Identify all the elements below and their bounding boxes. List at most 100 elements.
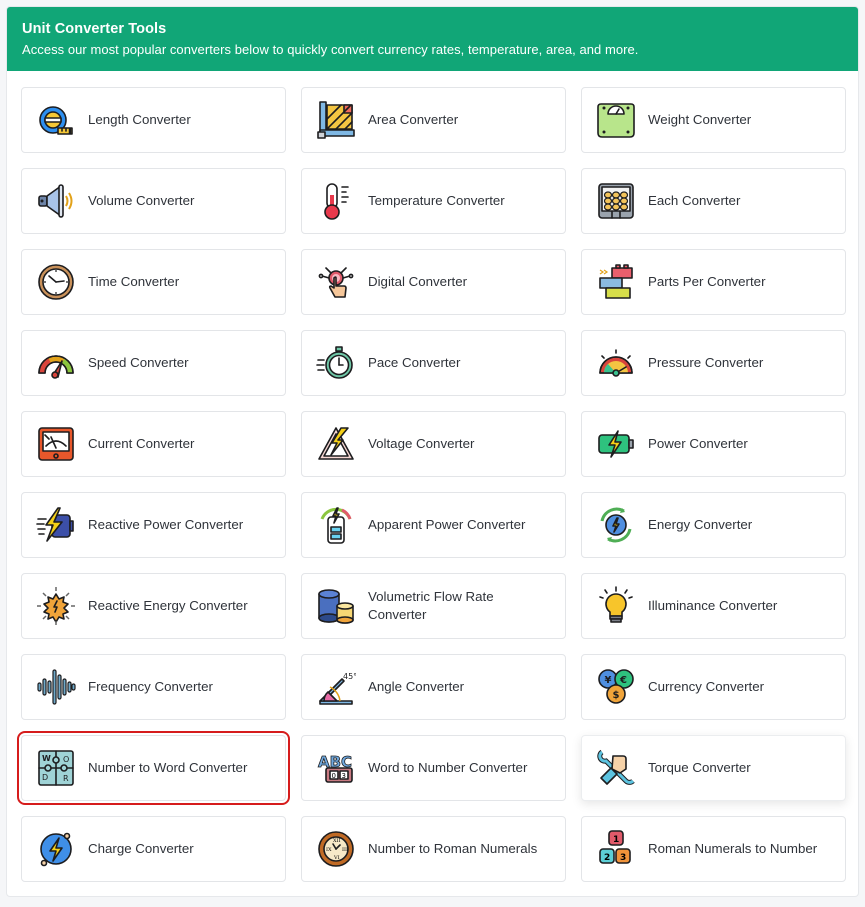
electric-charge-icon	[36, 829, 76, 869]
converter-label: Parts Per Converter	[648, 274, 766, 289]
area-ruler-icon	[316, 100, 356, 140]
converter-card-currency-converter[interactable]: ¥ € $ Currency Converter	[581, 654, 846, 720]
converter-card-charge-converter[interactable]: Charge Converter	[21, 816, 286, 882]
converter-card-speed-converter[interactable]: Speed Converter	[21, 330, 286, 396]
converter-card-pressure-converter[interactable]: Pressure Converter	[581, 330, 846, 396]
converter-label: Word to Number Converter	[368, 760, 528, 775]
converter-card-pace-converter[interactable]: Pace Converter	[301, 330, 566, 396]
converter-label: Roman Numerals to Number	[648, 841, 818, 856]
converter-card-voltage-converter[interactable]: Voltage Converter	[301, 411, 566, 477]
power-meter-icon	[316, 505, 356, 545]
converter-label: Pace Converter	[368, 355, 461, 370]
converter-card-area-converter[interactable]: Area Converter	[301, 87, 566, 153]
converter-card-volume-converter[interactable]: Volume Converter	[21, 168, 286, 234]
converter-card-roman-numerals-to-number[interactable]: 1 2 3 Roman Numerals to Number	[581, 816, 846, 882]
converter-label: Illuminance Converter	[648, 598, 778, 613]
converter-card-time-converter[interactable]: Time Converter	[21, 249, 286, 315]
panel-title: Unit Converter Tools	[22, 21, 167, 37]
svg-text:IX: IX	[326, 847, 332, 853]
converter-card-reactive-power-converter[interactable]: Reactive Power Converter	[21, 492, 286, 558]
svg-text:O: O	[63, 755, 69, 764]
tape-measure-icon	[36, 100, 76, 140]
converter-label: Frequency Converter	[88, 679, 213, 694]
svg-text:45°: 45°	[343, 672, 356, 681]
word-puzzle-icon: W O D R	[36, 748, 76, 788]
clock-icon	[36, 262, 76, 302]
converter-card-each-converter[interactable]: Each Converter	[581, 168, 846, 234]
currency-coins-icon: ¥ € $	[596, 667, 636, 707]
converter-card-angle-converter[interactable]: 45° Angle Converter	[301, 654, 566, 720]
converter-label: Voltage Converter	[368, 436, 475, 451]
converter-label: Area Converter	[368, 112, 459, 127]
building-blocks-icon	[596, 262, 636, 302]
converter-label: Currency Converter	[648, 679, 765, 694]
converter-label: Energy Converter	[648, 517, 753, 532]
converter-label: Time Converter	[88, 274, 180, 289]
converter-card-torque-converter[interactable]: Torque Converter	[581, 735, 846, 801]
converter-card-power-converter[interactable]: Power Converter	[581, 411, 846, 477]
speedometer-icon	[36, 343, 76, 383]
svg-text:XII: XII	[333, 838, 341, 844]
light-bulb-icon	[596, 586, 636, 626]
converter-card-volumetric-flow-rate-converter[interactable]: Volumetric Flow Rate Converter	[301, 573, 566, 639]
converter-card-weight-converter[interactable]: Weight Converter	[581, 87, 846, 153]
pressure-gauge-icon	[596, 343, 636, 383]
converter-card-parts-per-converter[interactable]: Parts Per Converter	[581, 249, 846, 315]
converter-label: Volumetric Flow Rate Converter	[368, 589, 494, 622]
converter-card-digital-converter[interactable]: Digital Converter	[301, 249, 566, 315]
converter-label: Torque Converter	[648, 760, 751, 775]
converter-label: Apparent Power Converter	[368, 517, 526, 532]
converter-card-apparent-power-converter[interactable]: Apparent Power Converter	[301, 492, 566, 558]
converter-card-reactive-energy-converter[interactable]: Reactive Energy Converter	[21, 573, 286, 639]
converter-card-temperature-converter[interactable]: Temperature Converter	[301, 168, 566, 234]
converter-card-number-to-word-converter[interactable]: W O D R Number to Word Converter	[17, 731, 290, 805]
angle-icon: 45°	[316, 667, 356, 707]
converter-label: Each Converter	[648, 193, 741, 208]
energy-burst-icon	[36, 586, 76, 626]
unit-converter-panel: Unit Converter Tools Access our most pop…	[6, 6, 859, 897]
converter-label: Power Converter	[648, 436, 748, 451]
svg-text:3: 3	[620, 853, 626, 863]
converter-label: Charge Converter	[88, 841, 194, 856]
svg-text:1: 1	[613, 835, 619, 845]
high-voltage-warning-icon	[316, 424, 356, 464]
svg-text:€: €	[619, 675, 627, 686]
converter-label: Reactive Power Converter	[88, 517, 244, 532]
abc-counter-icon: ABC 0 3	[316, 748, 356, 788]
converter-label: Pressure Converter	[648, 355, 764, 370]
converter-label: Temperature Converter	[368, 193, 505, 208]
converter-label: Angle Converter	[368, 679, 465, 694]
battery-charge-icon	[596, 424, 636, 464]
sound-wave-icon	[36, 667, 76, 707]
converter-grid: Length Converter Area Converter Weight Con…	[17, 87, 846, 882]
converter-card-frequency-converter[interactable]: Frequency Converter	[21, 654, 286, 720]
converter-label: Reactive Energy Converter	[88, 598, 248, 613]
converter-card-illuminance-converter[interactable]: Illuminance Converter	[581, 573, 846, 639]
number-blocks-icon: 123	[596, 829, 636, 869]
stopwatch-icon	[316, 343, 356, 383]
converter-label: Current Converter	[88, 436, 195, 451]
svg-text:0: 0	[332, 772, 336, 780]
converter-card-energy-converter[interactable]: Energy Converter	[581, 492, 846, 558]
svg-text:2: 2	[604, 853, 610, 863]
fast-charge-battery-icon	[36, 505, 76, 545]
svg-text:W: W	[42, 754, 51, 763]
panel-subtitle: Access our most popular converters below…	[22, 42, 639, 57]
cylinders-icon	[316, 586, 356, 626]
converter-card-word-to-number-converter[interactable]: ABC 0 3 Word to Number Converter	[301, 735, 566, 801]
converter-label: Digital Converter	[368, 274, 468, 289]
converter-label: Length Converter	[88, 112, 191, 127]
converter-card-length-converter[interactable]: Length Converter	[21, 87, 286, 153]
svg-text:D: D	[42, 773, 48, 782]
svg-text:$: $	[613, 690, 620, 701]
wrench-hand-icon	[596, 748, 636, 788]
touch-tap-icon	[316, 262, 356, 302]
ammeter-icon	[36, 424, 76, 464]
panel-header: Unit Converter Tools Access our most pop…	[7, 7, 858, 71]
converter-card-current-converter[interactable]: Current Converter	[21, 411, 286, 477]
converter-label: Weight Converter	[648, 112, 752, 127]
weighing-scale-icon	[596, 100, 636, 140]
converter-card-number-to-roman-numerals[interactable]: XII IX III VI Number to Roman Numerals	[301, 816, 566, 882]
converter-label: Number to Roman Numerals	[368, 841, 538, 856]
converter-label: Speed Converter	[88, 355, 189, 370]
